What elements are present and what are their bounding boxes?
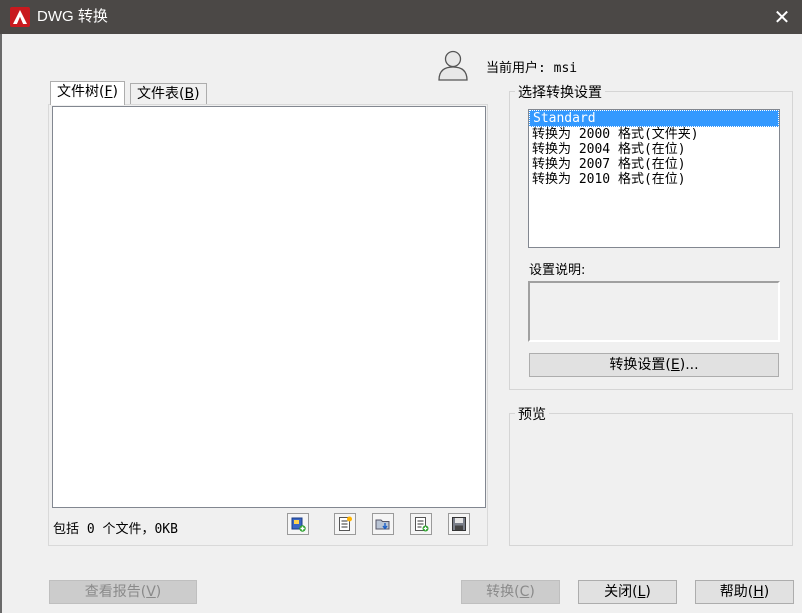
convert-button[interactable]: 转换(C) (461, 580, 560, 604)
tab-file-list[interactable]: 文件表(B) (130, 83, 207, 105)
append-list-button[interactable] (334, 513, 356, 535)
convert-settings-button-mnemonic: E (670, 357, 680, 373)
close-button-mnemonic: L (637, 584, 646, 600)
add-file-button[interactable] (287, 513, 309, 535)
list-item-convert-2010[interactable]: 转换为 2010 格式(在位) (529, 172, 779, 187)
current-user-label: 当前用户: msi (486, 61, 578, 76)
open-folder-button[interactable] (372, 513, 394, 535)
setting-description-label: 设置说明: (529, 263, 586, 278)
file-count-status: 包括 0 个文件，0KB (53, 522, 178, 537)
view-report-button-mnemonic: V (146, 584, 156, 600)
close-button[interactable]: 关闭(L) (578, 580, 677, 604)
view-report-button[interactable]: 查看报告(V) (49, 580, 197, 604)
list-item-convert-2004[interactable]: 转换为 2004 格式(在位) (529, 142, 779, 157)
view-report-button-label: 查看报告 (84, 584, 141, 600)
help-button-label: 帮助 (719, 584, 748, 600)
convert-button-mnemonic: C (519, 584, 530, 600)
convert-settings-button[interactable]: 转换设置(E)... (529, 353, 779, 377)
list-item-standard[interactable]: Standard (529, 110, 779, 127)
tab-file-tree-mnemonic: F (104, 84, 113, 100)
help-button[interactable]: 帮助(H) (695, 580, 794, 604)
tab-file-list-label: 文件表 (137, 86, 179, 102)
setting-description-box (528, 281, 780, 342)
save-button[interactable] (448, 513, 470, 535)
tab-file-tree-label: 文件树 (57, 84, 99, 100)
close-icon[interactable]: ✕ (768, 3, 796, 31)
tab-file-tree[interactable]: 文件树(F) (50, 81, 125, 105)
convert-settings-button-ellipsis: ... (685, 357, 699, 373)
close-button-label: 关闭 (604, 584, 633, 600)
new-list-button[interactable] (410, 513, 432, 535)
convert-settings-list[interactable]: Standard 转换为 2000 格式(文件夹) 转换为 2004 格式(在位… (528, 109, 780, 248)
autocad-logo-icon (10, 7, 30, 27)
window-edge (0, 34, 2, 613)
convert-button-label: 转换 (486, 584, 515, 600)
tab-file-list-mnemonic: B (184, 86, 195, 102)
convert-settings-button-label: 转换设置 (609, 357, 666, 373)
user-silhouette-icon (436, 47, 470, 81)
list-item-convert-2000[interactable]: 转换为 2000 格式(文件夹) (529, 127, 779, 142)
list-item-convert-2007[interactable]: 转换为 2007 格式(在位) (529, 157, 779, 172)
file-tree-view[interactable] (52, 106, 486, 508)
title-bar: DWG 转换 ✕ (0, 0, 802, 34)
window-title: DWG 转换 (37, 8, 108, 25)
help-button-mnemonic: H (753, 584, 764, 600)
preview-group (509, 413, 793, 546)
preview-group-label: 预览 (515, 404, 549, 424)
convert-settings-group-label: 选择转换设置 (515, 82, 605, 102)
